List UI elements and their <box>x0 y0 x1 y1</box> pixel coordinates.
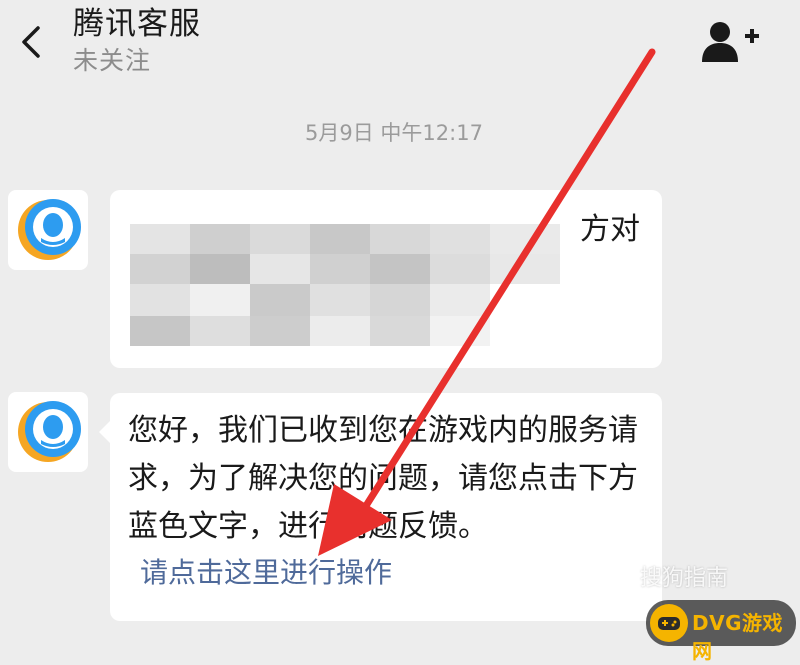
follow-status: 未关注 <box>73 46 152 75</box>
sender-avatar[interactable] <box>8 190 88 270</box>
chat-header: 腾讯客服 未关注 <box>0 0 800 88</box>
action-link[interactable]: 请点击这里进行操作 <box>140 551 392 595</box>
add-friend-button[interactable] <box>700 18 764 66</box>
back-button[interactable] <box>14 18 54 66</box>
add-user-icon <box>702 22 759 62</box>
obscured-content <box>120 212 570 350</box>
sogou-watermark: 搜狗指南 <box>640 566 729 591</box>
message-text: 您好，我们已收到您在游戏内的服务请求，为了解决您的问题，请您点击下方蓝色文字，进… <box>128 413 638 544</box>
message-bubble[interactable]: 您好，我们已收到您在游戏内的服务请求，为了解决您的问题，请您点击下方蓝色文字，进… <box>99 393 662 621</box>
visible-message-fragment: 方对 <box>580 212 640 247</box>
qq-customer-service-icon <box>18 199 81 260</box>
message-bubble[interactable]: 方对 <box>110 190 662 368</box>
qq-customer-service-icon <box>18 401 81 462</box>
chat-title: 腾讯客服 <box>73 6 201 42</box>
dvg-watermark-logo: DVG游戏网 <box>646 600 796 663</box>
chevron-left-icon <box>22 26 40 58</box>
watermark-text: DVG游戏网 <box>692 611 783 663</box>
sender-avatar[interactable] <box>8 392 88 472</box>
gamepad-icon <box>650 604 688 642</box>
message-timestamp: 5月9日 中午12:17 <box>305 121 483 145</box>
